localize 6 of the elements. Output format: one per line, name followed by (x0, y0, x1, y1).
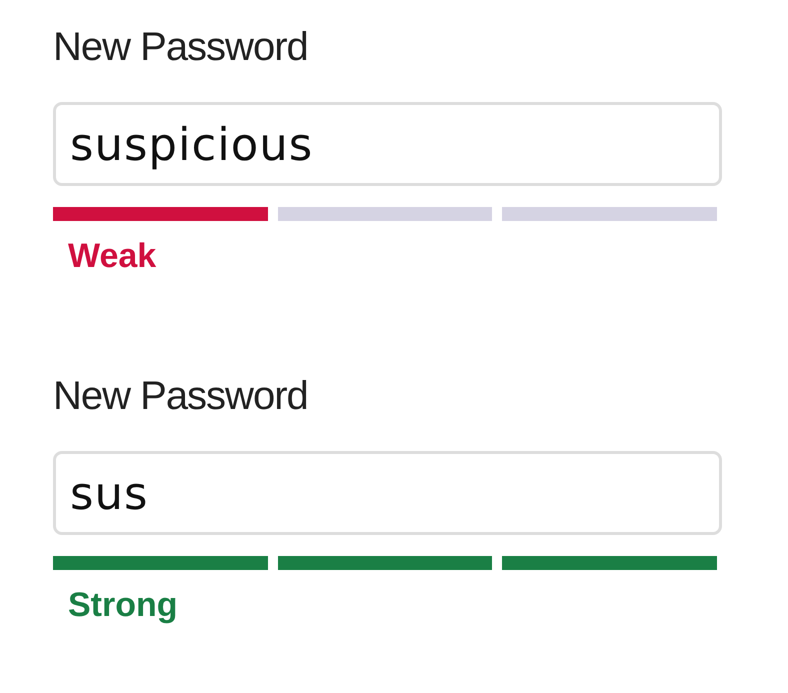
field-label: New Password (53, 374, 308, 419)
password-field[interactable]: sus (53, 451, 722, 535)
password-field[interactable]: suspicious (53, 102, 722, 186)
strength-label: Strong (68, 586, 178, 625)
strength-label: Weak (68, 237, 156, 276)
field-label: New Password (53, 25, 308, 70)
